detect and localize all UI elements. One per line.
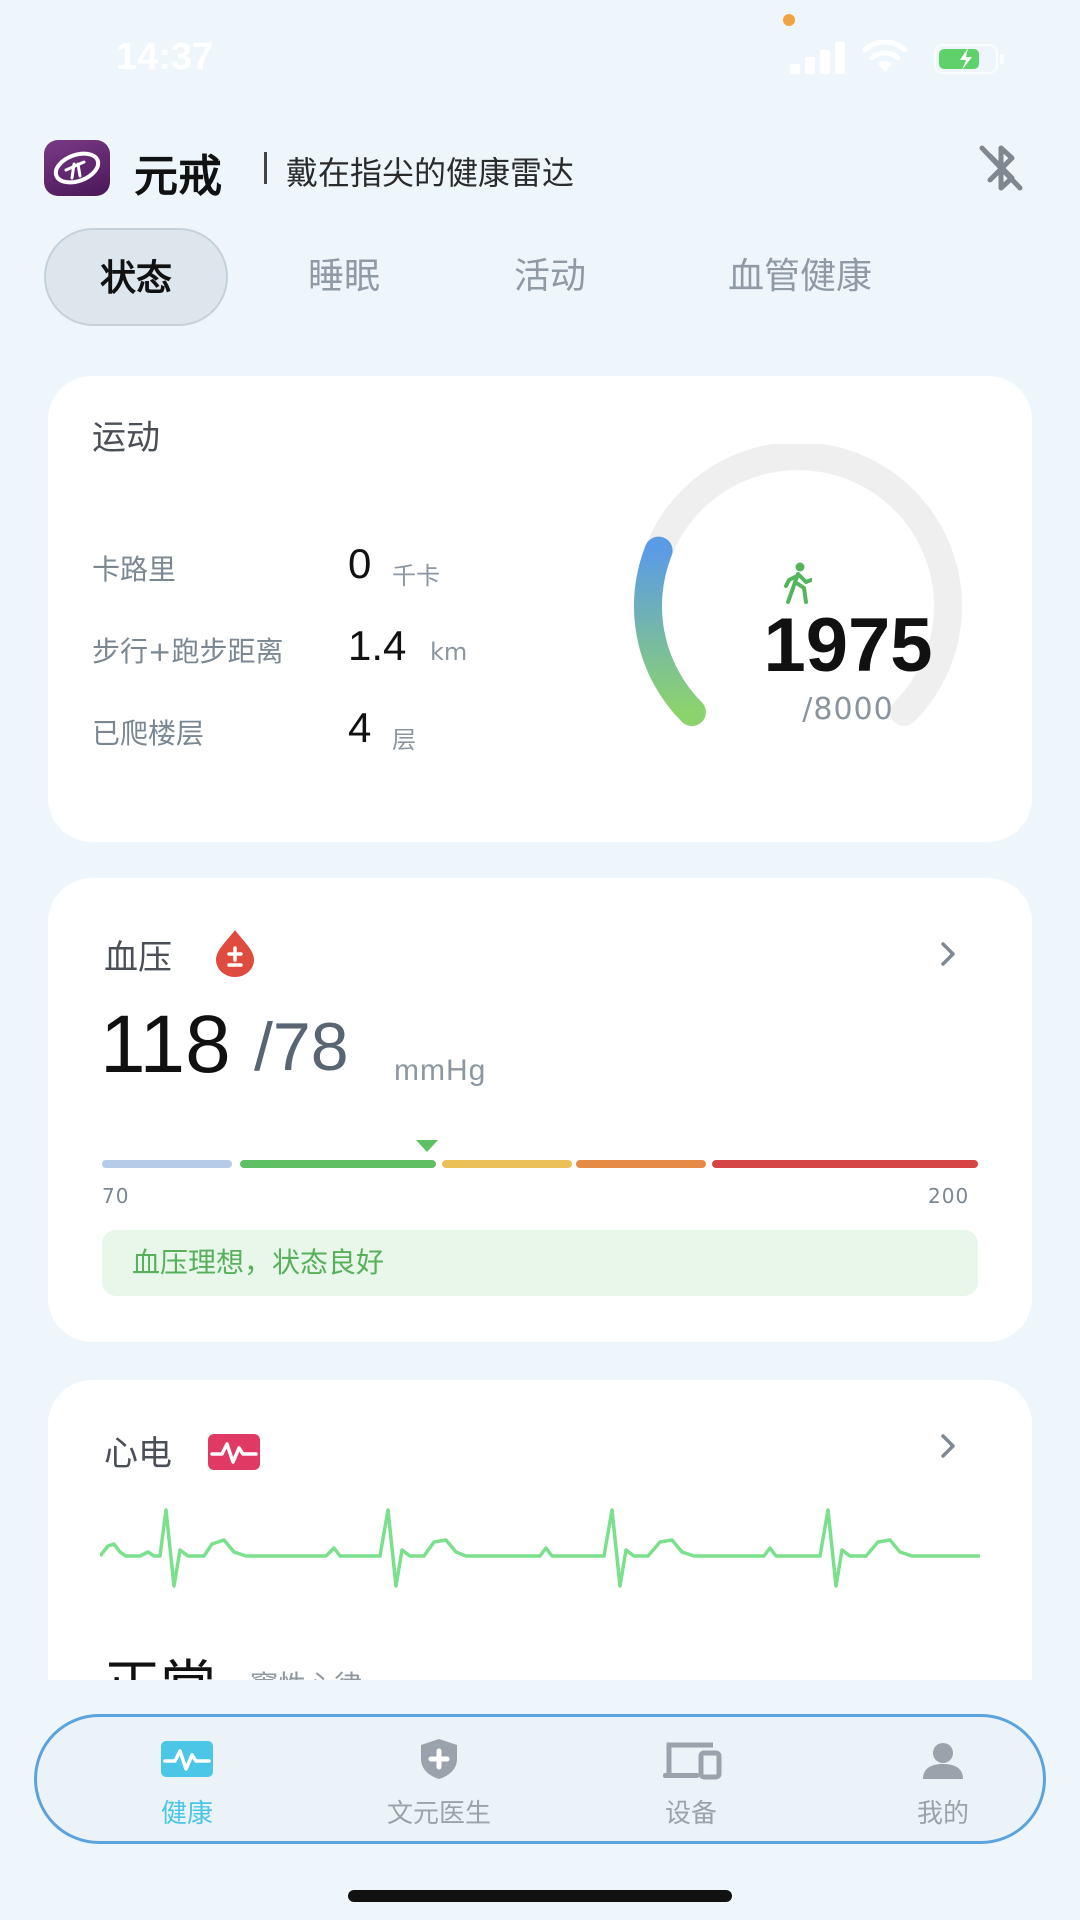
health-pulse-icon — [161, 1741, 213, 1777]
blood-drop-icon — [216, 930, 254, 977]
bp-marker-icon — [416, 1140, 438, 1152]
bp-scale-segment-very-high — [712, 1160, 978, 1168]
distance-value: 1.4 — [348, 622, 407, 669]
wifi-icon — [862, 40, 908, 72]
card-title: 血压 — [104, 938, 172, 978]
floors-value: 4 — [348, 704, 372, 751]
ecg-card[interactable]: 心电 正常 窦性心律 — [48, 1380, 1032, 1680]
bp-status-banner: 血压理想，状态良好 — [102, 1230, 978, 1296]
ecg-result: 正常 — [104, 1642, 216, 1680]
floors-label: 已爬楼层 — [92, 717, 205, 750]
floors-unit: 层 — [392, 726, 416, 754]
tab-sleep[interactable]: 睡眠 — [284, 228, 404, 326]
ecg-waveform — [100, 1508, 980, 1588]
nav-item-profile[interactable]: 我的 — [843, 1717, 1043, 1841]
bluetooth-off-icon[interactable] — [976, 142, 1026, 194]
bp-unit: mmHg — [394, 1054, 487, 1087]
home-indicator — [348, 1890, 732, 1902]
ring-logo-icon — [44, 140, 110, 196]
nav-label: 文元医生 — [386, 1799, 491, 1829]
app-title: 元戒 — [134, 151, 222, 202]
bp-scale-min: 70 — [102, 1184, 130, 1208]
bp-scale-max: 200 — [928, 1184, 970, 1208]
nav-item-health[interactable]: 健康 — [87, 1717, 287, 1841]
diastolic-value: /78 — [254, 1009, 349, 1085]
blood-pressure-card[interactable]: 血压 118 /78 mmHg 70 200 血压理想，状态良好 — [48, 878, 1032, 1342]
cellular-signal-icon — [790, 42, 845, 74]
bp-scale-segment-low — [102, 1160, 232, 1168]
tab-vascular-health[interactable]: 血管健康 — [700, 228, 900, 326]
bottom-navigation: 健康 文元医生 设备 我的 — [34, 1714, 1046, 1844]
devices-icon — [663, 1742, 722, 1780]
nav-label: 设备 — [664, 1799, 717, 1829]
steps-goal: /8000 — [802, 692, 894, 727]
nav-item-devices[interactable]: 设备 — [591, 1717, 791, 1841]
status-bar: 14:37 — [0, 0, 1080, 110]
ecg-trace — [100, 1508, 980, 1588]
chevron-right-icon[interactable] — [934, 936, 964, 972]
calories-label: 卡路里 — [92, 553, 177, 586]
nav-label: 我的 — [916, 1799, 969, 1829]
ecg-result-detail: 窦性心律 — [250, 1664, 362, 1680]
chevron-right-icon[interactable] — [934, 1428, 964, 1464]
battery-charging-icon — [934, 44, 1004, 74]
app-slogan: 戴在指尖的健康雷达 — [286, 154, 575, 192]
steps-count: 1975 — [763, 603, 933, 688]
card-title: 运动 — [92, 418, 160, 458]
distance-unit: km — [430, 638, 468, 666]
shield-cross-icon — [421, 1739, 457, 1779]
tab-status[interactable]: 状态 — [44, 228, 228, 326]
status-time: 14:37 — [116, 36, 214, 78]
walking-icon — [784, 562, 812, 604]
tab-activity[interactable]: 活动 — [490, 228, 610, 326]
privacy-indicator-dot — [783, 14, 795, 26]
exercise-card[interactable]: 运动 卡路里 0 千卡 步行+跑步距离 1.4 km 已爬楼层 4 层 1975… — [48, 376, 1032, 842]
nav-label: 健康 — [160, 1799, 213, 1829]
distance-label: 步行+跑步距离 — [92, 635, 284, 668]
card-title: 心电 — [104, 1434, 172, 1474]
title-divider — [264, 152, 267, 184]
systolic-value: 118 — [100, 999, 231, 1090]
bp-scale-segment-elevated — [442, 1160, 572, 1168]
ecg-heart-icon — [208, 1434, 260, 1470]
person-icon — [923, 1743, 963, 1779]
calories-value: 0 — [348, 540, 372, 587]
bp-scale-segment-normal — [240, 1160, 436, 1168]
nav-item-doctor[interactable]: 文元医生 — [339, 1717, 539, 1841]
bp-scale-segment-high — [576, 1160, 706, 1168]
calories-unit: 千卡 — [392, 562, 440, 590]
